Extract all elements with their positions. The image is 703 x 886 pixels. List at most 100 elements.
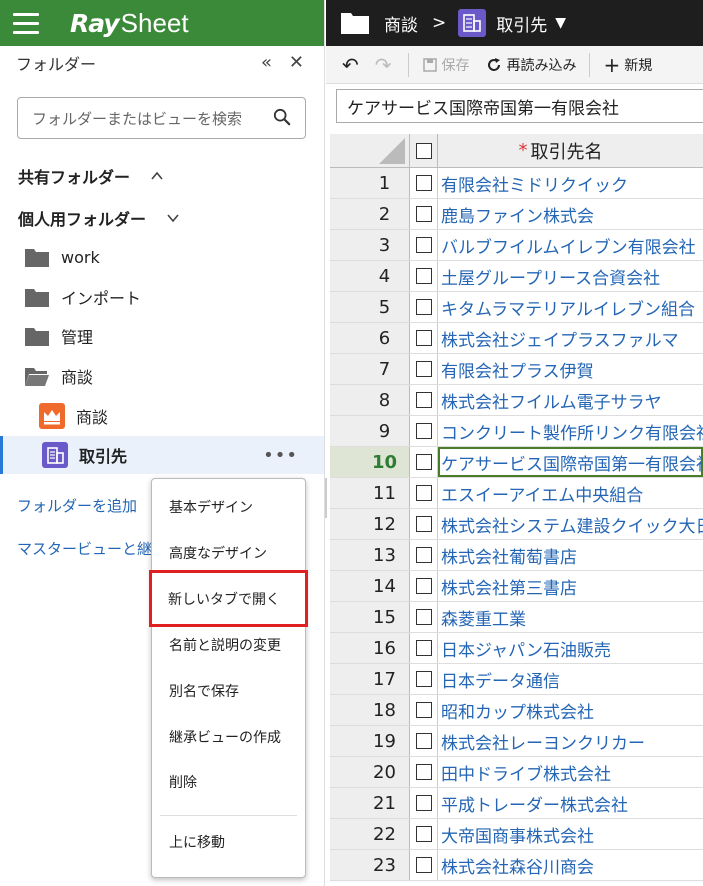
row-number[interactable]: 4 (330, 261, 410, 291)
more-options-icon[interactable]: ••• (263, 445, 298, 466)
panel-resize-handle[interactable] (325, 478, 327, 518)
row-number[interactable]: 3 (330, 230, 410, 260)
row-number[interactable]: 20 (330, 757, 410, 787)
tree-item-deals-view[interactable]: 商談 (0, 397, 324, 435)
tree-item-import[interactable]: インポート (0, 278, 324, 316)
redo-button[interactable]: ↷ (375, 53, 392, 77)
tree-item-accounts-view[interactable]: 取引先 ••• (0, 436, 324, 474)
table-row[interactable]: 6 株式会社ジェイプラスファルマ (330, 323, 703, 354)
row-checkbox[interactable] (415, 423, 432, 439)
row-checkbox[interactable] (415, 857, 432, 873)
tree-item-admin[interactable]: 管理 (0, 317, 324, 355)
menu-item-move-up[interactable]: 上に移動 (152, 824, 305, 860)
table-row[interactable]: 22 大帝国商事株式会社 (330, 819, 703, 850)
column-header-account-name[interactable]: * 取引先名 (438, 134, 703, 167)
add-folder-link[interactable]: フォルダーを追加 (17, 495, 137, 516)
row-number[interactable]: 15 (330, 602, 410, 632)
table-row[interactable]: 10 ケアサービス国際帝国第一有限会社 (330, 447, 703, 478)
close-panel-icon[interactable]: ✕ (289, 52, 304, 73)
row-number[interactable]: 2 (330, 199, 410, 229)
account-name-cell[interactable]: バルブフイルムイレブン有限会社 (438, 230, 703, 260)
row-checkbox[interactable] (415, 578, 432, 594)
account-name-cell[interactable]: 大帝国商事株式会社 (438, 819, 703, 849)
reload-button[interactable]: 再読み込み (486, 55, 577, 75)
table-row[interactable]: 11 エスイーアイエム中央組合 (330, 478, 703, 509)
row-checkbox[interactable] (415, 764, 432, 780)
menu-item[interactable]: 高度なデザイン (152, 535, 305, 571)
select-all-corner[interactable] (330, 134, 410, 168)
row-checkbox[interactable] (415, 206, 432, 222)
table-row[interactable]: 2 鹿島ファイン株式会 (330, 199, 703, 230)
row-number[interactable]: 18 (330, 695, 410, 725)
account-name-cell[interactable]: 森菱重工業 (438, 602, 703, 632)
account-name-cell[interactable]: 昭和カップ株式会社 (438, 695, 703, 725)
row-checkbox[interactable] (415, 361, 432, 377)
row-number[interactable]: 22 (330, 819, 410, 849)
new-button[interactable]: + 新規 (604, 53, 653, 77)
shared-folders-header[interactable]: 共有フォルダー (18, 164, 164, 188)
account-name-cell[interactable]: 鹿島ファイン株式会 (438, 199, 703, 229)
row-number[interactable]: 5 (330, 292, 410, 322)
menu-item[interactable]: 継承ビューの作成 (152, 719, 305, 755)
table-row[interactable]: 21 平成トレーダー株式会社 (330, 788, 703, 819)
personal-folders-header[interactable]: 個人用フォルダー (18, 206, 180, 230)
table-row[interactable]: 4 土屋グループリース合資会社 (330, 261, 703, 292)
menu-item[interactable]: 新しいタブで開く (149, 570, 308, 627)
account-name-cell[interactable]: 株式会社森谷川商会 (438, 850, 703, 880)
account-name-cell[interactable]: 株式会社フイルム電子サラヤ (438, 385, 703, 415)
table-row[interactable]: 1 有限会社ミドリクイック (330, 168, 703, 199)
row-number[interactable]: 6 (330, 323, 410, 353)
row-number[interactable]: 9 (330, 416, 410, 446)
account-name-cell[interactable]: 株式会社システム建設クイック大日 (438, 509, 703, 539)
current-view-name[interactable]: 取引先 (496, 11, 547, 36)
table-row[interactable]: 9 コンクリート製作所リンク有限会社 (330, 416, 703, 447)
account-name-cell[interactable]: 日本ジャパン石油販売 (438, 633, 703, 663)
row-number[interactable]: 16 (330, 633, 410, 663)
row-number[interactable]: 7 (330, 354, 410, 384)
collapse-panel-icon[interactable]: « (261, 52, 272, 73)
save-button[interactable]: 保存 (422, 55, 470, 75)
row-number[interactable]: 12 (330, 509, 410, 539)
chevron-up-icon[interactable] (150, 169, 164, 183)
row-checkbox[interactable] (415, 640, 432, 656)
row-checkbox[interactable] (415, 485, 432, 501)
row-checkbox[interactable] (415, 268, 432, 284)
hamburger-menu-icon[interactable] (0, 0, 52, 46)
menu-item[interactable]: 名前と説明の変更 (152, 627, 305, 663)
master-view-link[interactable]: マスタービューと継承 (17, 538, 167, 559)
table-row[interactable]: 20 田中ドライブ株式会社 (330, 757, 703, 788)
row-checkbox[interactable] (415, 175, 432, 191)
account-name-cell[interactable]: 株式会社葡萄書店 (438, 540, 703, 570)
table-row[interactable]: 17 日本データ通信 (330, 664, 703, 695)
table-row[interactable]: 14 株式会社第三書店 (330, 571, 703, 602)
row-number[interactable]: 21 (330, 788, 410, 818)
account-name-cell[interactable]: 平成トレーダー株式会社 (438, 788, 703, 818)
table-row[interactable]: 19 株式会社レーヨンクリカー (330, 726, 703, 757)
account-name-cell[interactable]: 株式会社第三書店 (438, 571, 703, 601)
row-checkbox[interactable] (415, 609, 432, 625)
row-number[interactable]: 13 (330, 540, 410, 570)
row-checkbox[interactable] (415, 671, 432, 687)
row-checkbox[interactable] (415, 826, 432, 842)
row-number[interactable]: 11 (330, 478, 410, 508)
row-number[interactable]: 1 (330, 168, 410, 198)
row-checkbox[interactable] (415, 795, 432, 811)
table-row[interactable]: 5 キタムラマテリアルイレブン組合 (330, 292, 703, 323)
undo-button[interactable]: ↶ (342, 53, 359, 77)
breadcrumb-deals[interactable]: 商談 (384, 11, 418, 36)
table-row[interactable]: 18 昭和カップ株式会社 (330, 695, 703, 726)
row-number[interactable]: 17 (330, 664, 410, 694)
row-checkbox[interactable] (415, 237, 432, 253)
table-row[interactable]: 13 株式会社葡萄書店 (330, 540, 703, 571)
tree-item-work[interactable]: work (0, 238, 324, 276)
menu-item[interactable]: 別名で保存 (152, 673, 305, 709)
menu-item[interactable]: 基本デザイン (152, 489, 305, 525)
table-row[interactable]: 3 バルブフイルムイレブン有限会社 (330, 230, 703, 261)
tree-item-deals-folder[interactable]: 商談 (0, 357, 324, 395)
select-all-checkbox[interactable] (415, 142, 432, 159)
row-number[interactable]: 23 (330, 850, 410, 880)
account-name-cell[interactable]: 日本データ通信 (438, 664, 703, 694)
menu-item[interactable]: 削除 (152, 764, 305, 800)
account-name-cell[interactable]: エスイーアイエム中央組合 (438, 478, 703, 508)
table-row[interactable]: 23 株式会社森谷川商会 (330, 850, 703, 881)
